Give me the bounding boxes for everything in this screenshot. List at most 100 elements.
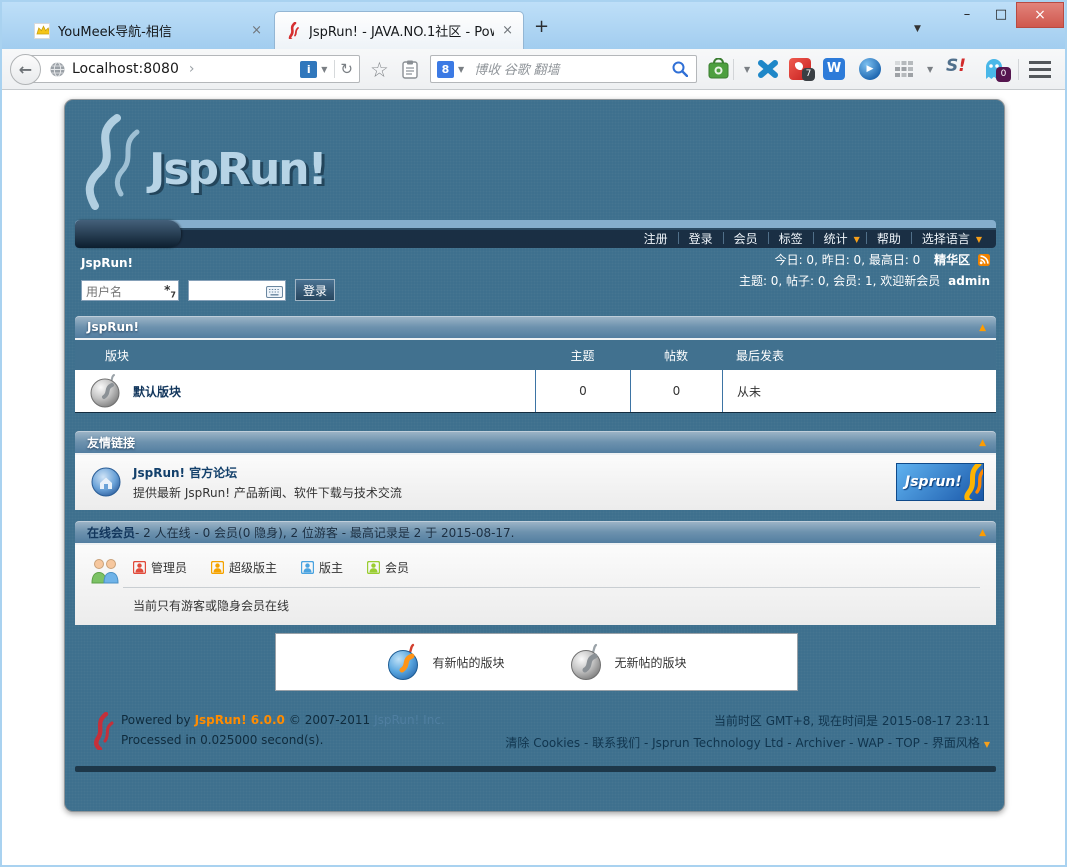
newest-member[interactable]: admin xyxy=(948,274,990,288)
stats-totals: 主题: 0, 帖子: 0, 会员: 1, 欢迎新会员 xyxy=(739,274,940,288)
digest-link[interactable]: 精华区 xyxy=(934,253,970,267)
online-summary: - 2 人在线 - 0 会员(0 隐身), 2 位游客 - 最高记录是 2 于 … xyxy=(135,524,514,541)
identity-dropdown-icon[interactable]: ▼ xyxy=(321,65,327,74)
search-engine-dropdown-icon[interactable]: ▼ xyxy=(458,65,464,74)
category-title[interactable]: JspRun! xyxy=(87,320,139,334)
nav-login[interactable]: 登录 xyxy=(679,230,723,247)
forum-name-link[interactable]: 默认版块 xyxy=(133,383,181,400)
password-field-wrap xyxy=(188,280,286,301)
friendly-link-title[interactable]: JspRun! 官方论坛 xyxy=(133,464,237,481)
divider xyxy=(123,587,980,588)
stats-today: 今日: 0, 昨日: 0, 最高日: 0 xyxy=(775,253,921,267)
addon-media-play-icon[interactable]: ▶ xyxy=(859,58,881,80)
rss-icon[interactable] xyxy=(978,254,990,266)
new-tab-button[interactable]: + xyxy=(534,16,549,37)
style-dropdown-icon[interactable]: ▼ xyxy=(984,740,990,749)
top-nav: 注册 登录 会员 标签 统计 ▼ 帮助 选择语言 ▼ xyxy=(634,228,988,248)
collapse-icon[interactable]: ▲ xyxy=(979,323,986,333)
soft-keyboard-icon[interactable] xyxy=(266,283,283,302)
jsprun-banner[interactable]: Jsprun! xyxy=(896,463,984,501)
site-logo[interactable]: JspRun! JspRun! xyxy=(75,114,355,214)
forum-category-section: JspRun! ▲ 版块 主题 帖数 最后发表 xyxy=(75,316,996,413)
addon-s-icon[interactable]: S! xyxy=(946,56,966,76)
company-link[interactable]: JspRun! Inc. xyxy=(374,713,445,727)
online-members-section: 在线会员 - 2 人在线 - 0 会员(0 隐身), 2 位游客 - 最高记录是… xyxy=(75,521,996,625)
username-helper-icon[interactable]: *7 xyxy=(164,283,176,299)
role-legend: 管理员 超级版主 版主 会员 xyxy=(133,559,409,576)
nav-stats[interactable]: 统计 xyxy=(814,230,858,247)
nav-members[interactable]: 会员 xyxy=(724,230,768,247)
minimize-button[interactable]: – xyxy=(952,4,982,26)
person-icon xyxy=(367,561,380,574)
tab-title: YouMeek导航-相信 xyxy=(58,21,243,40)
search-engine-icon[interactable]: 8 xyxy=(437,61,454,78)
footer-separator xyxy=(75,766,996,772)
page-viewport: JspRun! JspRun! 注册 登录 会员 标签 统计 ▼ xyxy=(2,90,1065,867)
username-field-wrap: *7 xyxy=(81,280,179,301)
menu-hamburger-icon[interactable] xyxy=(1029,61,1051,78)
collapse-icon[interactable]: ▲ xyxy=(979,438,986,448)
footer-flame-icon xyxy=(91,712,115,754)
link-row: JspRun! 官方论坛 提供最新 JspRun! 产品新闻、软件下载与技术交流… xyxy=(75,455,996,510)
forum-row: 默认版块 0 0 从未 xyxy=(75,370,996,413)
bookmarks-menu-icon[interactable] xyxy=(402,60,418,83)
identity-shield-icon[interactable]: i xyxy=(300,61,317,78)
notification-badge: 7 xyxy=(802,68,815,81)
forum-stats: 今日: 0, 昨日: 0, 最高日: 0 精华区 主题: 0, 帖子: 0, 会… xyxy=(739,250,990,292)
footer-links[interactable]: 清除 Cookies - 联系我们 - Jsprun Technology Lt… xyxy=(505,736,979,750)
online-header: 在线会员 - 2 人在线 - 0 会员(0 隐身), 2 位游客 - 最高记录是… xyxy=(75,521,996,545)
col-posts: 帖数 xyxy=(630,347,722,364)
legend-new-posts: 有新帖的版块 xyxy=(386,643,504,681)
footer-meta: 当前时区 GMT+8, 现在时间是 2015-08-17 23:11 清除 Co… xyxy=(505,710,990,756)
tab-close-icon[interactable]: × xyxy=(502,23,513,38)
dropdown-arrow-icon[interactable]: ▼ xyxy=(976,235,982,244)
search-magnifier-icon[interactable] xyxy=(672,61,688,77)
maximize-button[interactable]: □ xyxy=(986,4,1016,26)
online-content: 管理员 超级版主 版主 会员 xyxy=(75,545,996,625)
nav-register[interactable]: 注册 xyxy=(634,230,678,247)
browser-tab-jsprun-active[interactable]: JspRun! - JAVA.NO.1社区 - Pow... × xyxy=(274,11,524,49)
close-window-button[interactable]: × xyxy=(1016,2,1064,28)
logo-wordmark: JspRun! xyxy=(146,144,326,195)
ghost-badge: 0 xyxy=(996,67,1011,82)
back-button[interactable]: ← xyxy=(10,54,41,85)
nav-tags[interactable]: 标签 xyxy=(769,230,813,247)
person-icon xyxy=(133,561,146,574)
person-icon xyxy=(301,561,314,574)
product-link[interactable]: JspRun! 6.0.0 xyxy=(195,713,285,727)
url-bar[interactable]: Localhost:8080 › i ▼ ↻ xyxy=(29,55,360,83)
forum-icon-new xyxy=(386,643,422,681)
addon-bag-icon[interactable] xyxy=(708,58,729,83)
addon-writer-icon[interactable]: W xyxy=(823,58,845,80)
tab-title: JspRun! - JAVA.NO.1社区 - Pow... xyxy=(309,21,494,40)
breadcrumb[interactable]: JspRun! xyxy=(81,256,133,270)
reload-icon[interactable]: ↻ xyxy=(340,60,353,78)
addons-dropdown-icon[interactable]: ▼ xyxy=(927,65,933,74)
forum-topics-count: 0 xyxy=(535,370,630,412)
footer-credits: Powered byJspRun! 6.0.0© 2007-2011JspRun… xyxy=(121,710,445,750)
friendly-links-section: 友情链接 ▲ JspRun! 官方论坛 提供最新 JspRun! 产品新闻、软件… xyxy=(75,431,996,510)
nav-help[interactable]: 帮助 xyxy=(867,230,911,247)
active-forum-tab[interactable] xyxy=(75,220,181,248)
breadcrumb-chevron-icon: › xyxy=(189,61,195,77)
search-bar[interactable]: 8 ▼ xyxy=(430,55,697,83)
browser-tab-youmeek[interactable]: YouMeek导航-相信 × xyxy=(24,14,272,47)
dropdown-arrow-icon[interactable]: ▼ xyxy=(854,235,860,244)
bookmark-star-icon[interactable]: ☆ xyxy=(370,58,389,82)
overflow-dropdown-icon[interactable]: ▼ xyxy=(744,65,750,74)
url-text: Localhost:8080 xyxy=(72,61,179,77)
addon-xmarks-icon[interactable] xyxy=(757,58,779,84)
col-lastpost: 最后发表 xyxy=(722,347,996,364)
online-title[interactable]: 在线会员 xyxy=(87,524,135,541)
collapse-icon[interactable]: ▲ xyxy=(979,528,986,538)
role-admin: 管理员 xyxy=(133,559,187,576)
tab-list-dropdown-icon[interactable]: ▼ xyxy=(914,24,921,34)
nav-language[interactable]: 选择语言 xyxy=(912,230,980,247)
search-input[interactable] xyxy=(474,62,672,77)
col-forum: 版块 xyxy=(75,347,535,364)
legend-no-new-posts: 无新帖的版块 xyxy=(569,643,687,681)
online-note: 当前只有游客或隐身会员在线 xyxy=(133,597,289,614)
tab-close-icon[interactable]: × xyxy=(251,23,262,38)
login-button[interactable]: 登录 xyxy=(295,279,335,301)
addon-grid-icon[interactable] xyxy=(895,61,913,81)
